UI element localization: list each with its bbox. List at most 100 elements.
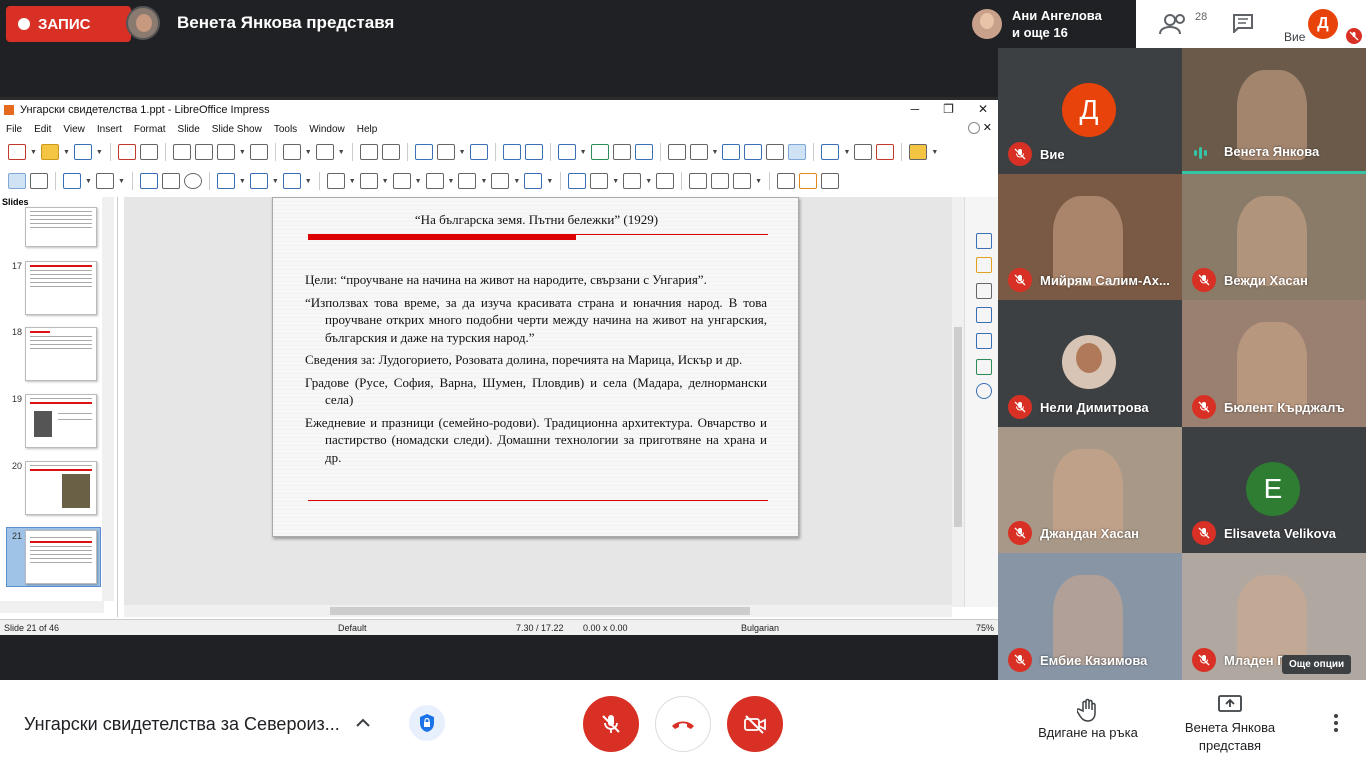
stars-icon[interactable]	[491, 173, 510, 189]
menu-slide[interactable]: Slide	[178, 124, 200, 135]
horizontal-scrollbar[interactable]	[124, 605, 952, 617]
participant-tile[interactable]: Нели Димитрова	[998, 300, 1182, 427]
points-icon[interactable]	[777, 173, 796, 189]
close-icon[interactable]: ✕	[978, 102, 988, 116]
special-character-icon[interactable]	[689, 144, 708, 160]
textbox-icon[interactable]	[667, 144, 686, 160]
open-icon[interactable]	[40, 144, 59, 160]
image-icon[interactable]	[590, 144, 609, 160]
participant-tile[interactable]: Мийрям Салим-Ах...	[998, 174, 1182, 300]
maximize-icon[interactable]: ❐	[943, 102, 954, 116]
copy-icon[interactable]	[194, 144, 213, 160]
slide-transition-icon[interactable]	[976, 283, 992, 299]
shadow-icon[interactable]	[689, 173, 708, 189]
menu-help[interactable]: Help	[357, 124, 378, 135]
paste-icon[interactable]	[216, 144, 235, 160]
zoom-icon[interactable]	[30, 173, 48, 189]
toggle-extrusion-icon[interactable]	[799, 173, 818, 189]
slide-thumbnail[interactable]	[25, 461, 97, 515]
rectangle-icon[interactable]	[161, 173, 180, 189]
duplicate-slide-icon[interactable]	[854, 144, 873, 160]
recording-badge[interactable]: ЗАПИС	[6, 6, 131, 42]
start-slideshow-icon[interactable]	[502, 144, 521, 160]
current-slide[interactable]: “На българска земя. Пътни бележки” (1929…	[272, 197, 799, 537]
save-icon[interactable]	[73, 144, 92, 160]
navigator-icon[interactable]	[766, 144, 785, 160]
menu-view[interactable]: View	[63, 124, 85, 135]
language[interactable]: Bulgarian	[741, 623, 779, 633]
export-pdf-icon[interactable]	[117, 144, 136, 160]
zoom-level[interactable]: 75%	[976, 623, 994, 633]
menu-window[interactable]: Window	[309, 124, 345, 135]
new-icon[interactable]	[8, 144, 26, 160]
gallery-icon[interactable]	[976, 359, 992, 375]
vertical-scrollbar[interactable]	[952, 197, 964, 607]
arrange-icon[interactable]	[623, 173, 642, 189]
chat-icon[interactable]	[1232, 13, 1254, 33]
grid-icon[interactable]	[414, 144, 433, 160]
others-indicator[interactable]: Ани Ангелова и още 16	[964, 0, 1136, 48]
participant-tile[interactable]: E Elisaveta Velikova	[1182, 427, 1366, 553]
more-options-icon[interactable]	[1326, 714, 1346, 734]
host-controls-button[interactable]	[409, 705, 445, 741]
globe-icon[interactable]	[968, 122, 980, 134]
close-document-icon[interactable]: ✕	[983, 121, 992, 134]
crop-icon[interactable]	[711, 173, 730, 189]
distribute-icon[interactable]	[656, 173, 675, 189]
raise-hand-button[interactable]: Вдигане на ръка	[1024, 698, 1152, 740]
3d-objects-icon[interactable]	[524, 173, 543, 189]
participant-tile[interactable]: Вежди Хасан	[1182, 174, 1366, 300]
self-avatar[interactable]: Д	[1308, 9, 1338, 39]
master-slides-icon[interactable]	[976, 307, 992, 323]
microphone-toggle-button[interactable]	[583, 696, 639, 752]
slide-thumbnail[interactable]	[25, 207, 97, 247]
fontwork-icon[interactable]	[722, 144, 741, 160]
slide-layout-icon[interactable]	[909, 144, 928, 160]
new-slide-icon[interactable]	[524, 144, 543, 160]
ellipse-icon[interactable]	[183, 173, 202, 189]
menu-edit[interactable]: Edit	[34, 124, 51, 135]
participant-tile[interactable]: Д Вие	[998, 48, 1182, 174]
media-icon[interactable]	[612, 144, 631, 160]
participant-tile[interactable]: Бюлент Кърджалъ	[1182, 300, 1366, 427]
cut-icon[interactable]	[172, 144, 191, 160]
meeting-title[interactable]: Унгарски свидетелства за Североиз...	[24, 714, 340, 735]
slide-thumbnail[interactable]	[25, 327, 97, 381]
navigator-icon[interactable]	[976, 383, 992, 399]
leave-call-button[interactable]	[655, 696, 711, 752]
fill-color-icon[interactable]	[95, 173, 114, 189]
slides-hscrollbar[interactable]	[0, 601, 104, 613]
participant-tile[interactable]: Венета Янкова	[1182, 48, 1366, 174]
hyperlink-icon[interactable]	[744, 144, 763, 160]
menu-format[interactable]: Format	[134, 124, 166, 135]
insert-comment-icon[interactable]	[821, 144, 840, 160]
print-icon[interactable]	[139, 144, 158, 160]
filter-icon[interactable]	[733, 173, 752, 189]
arrow-line-icon[interactable]	[216, 173, 235, 189]
block-arrows-icon[interactable]	[392, 173, 411, 189]
slides-scrollbar[interactable]	[102, 197, 114, 601]
participant-tile[interactable]: Джандан Хасан	[998, 427, 1182, 553]
select-icon[interactable]	[8, 173, 26, 189]
chart-icon[interactable]	[634, 144, 653, 160]
table-icon[interactable]	[557, 144, 576, 160]
menu-file[interactable]: File	[6, 124, 22, 135]
people-icon[interactable]	[1158, 12, 1192, 36]
align-icon[interactable]	[590, 173, 609, 189]
connector-icon[interactable]	[282, 173, 301, 189]
menu-tools[interactable]: Tools	[274, 124, 297, 135]
slide-thumbnail[interactable]	[25, 261, 97, 315]
slide-edit-area[interactable]: “На българска земя. Пътни бележки” (1929…	[124, 197, 952, 605]
menu-insert[interactable]: Insert	[97, 124, 122, 135]
callout-icon[interactable]	[458, 173, 477, 189]
curve-icon[interactable]	[249, 173, 268, 189]
rotate-icon[interactable]	[568, 173, 587, 189]
present-now-button[interactable]: Венета Янкова представя	[1170, 694, 1290, 755]
show-draw-functions-icon[interactable]	[788, 144, 807, 160]
slide-thumbnail[interactable]	[25, 394, 97, 448]
clone-format-icon[interactable]	[249, 144, 268, 160]
properties-icon[interactable]	[976, 233, 992, 249]
redo-icon[interactable]	[315, 144, 334, 160]
spelling-icon[interactable]	[381, 144, 400, 160]
undo-icon[interactable]	[282, 144, 301, 160]
